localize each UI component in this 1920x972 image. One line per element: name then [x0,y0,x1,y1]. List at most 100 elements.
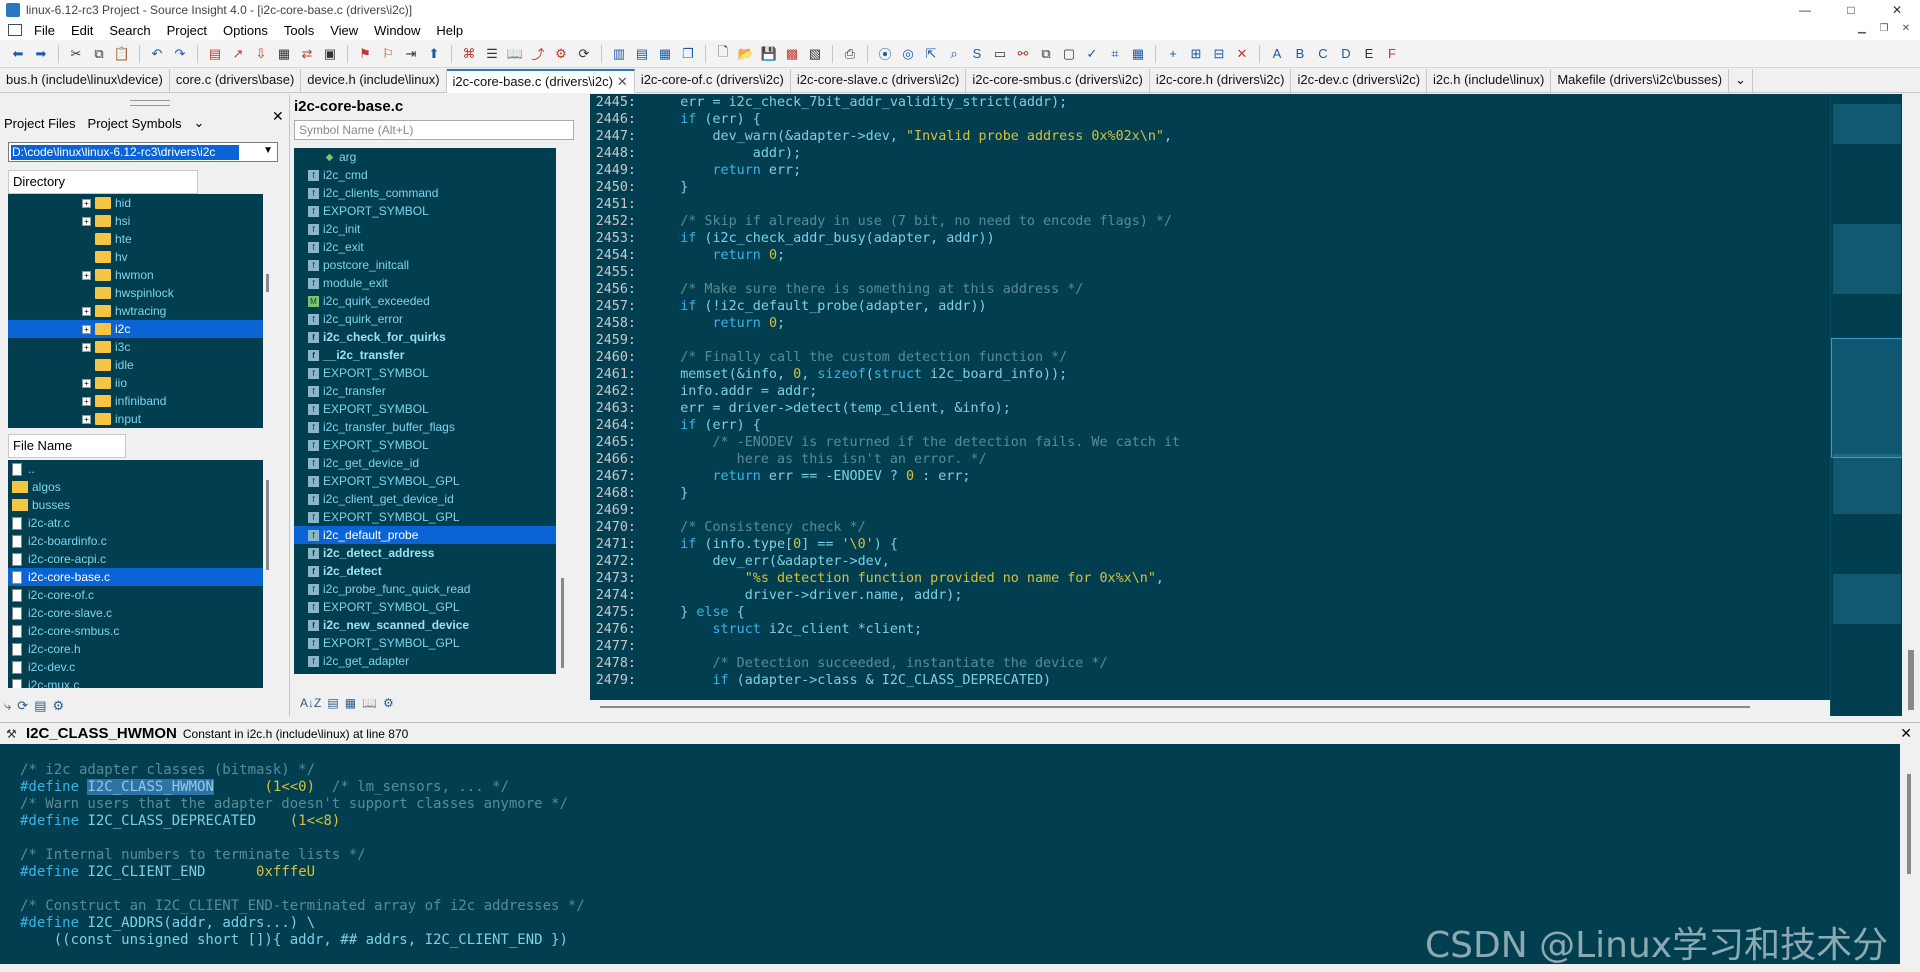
directory-item[interactable]: + i2c [8,320,263,338]
symbol-item[interactable]: f EXPORT_SYMBOL_GPL [294,508,556,526]
code-line[interactable]: dev_warn(&adapter->dev, "Invalid probe a… [648,128,1818,145]
code-line[interactable]: return 0; [648,315,1818,332]
settings-icon[interactable]: ⚙ [383,696,394,710]
symbol-list-scrollbar[interactable] [558,148,570,674]
save-all-icon[interactable]: ▧ [805,44,825,64]
symbol-item[interactable]: f EXPORT_SYMBOL_GPL [294,472,556,490]
editor-vscrollbar[interactable] [1902,94,1920,716]
symbol-item[interactable]: f module_exit [294,274,556,292]
symbol-item[interactable]: f i2c_clients_command [294,184,556,202]
tab-project-symbols[interactable]: Project Symbols [88,116,182,131]
context-line[interactable] [20,830,1900,847]
format-e-icon[interactable]: E [1359,44,1379,64]
symbol-item[interactable]: f postcore_initcall [294,256,556,274]
directory-item[interactable]: + hid [8,194,263,212]
path-combo[interactable]: D:\code\linux\linux-6.12-rc3\drivers\i2c… [8,142,278,162]
context-line[interactable]: /* Warn users that the adapter doesn't s… [20,796,1900,813]
tab-i2c-h[interactable]: i2c.h (include\linux) [1427,69,1552,93]
context-line[interactable]: #define I2C_CLASS_DEPRECATED (1<<8) [20,813,1900,830]
next-bookmark-icon[interactable]: ⚐ [378,44,398,64]
code-line[interactable] [648,332,1818,349]
save-as-icon[interactable]: ▩ [782,44,802,64]
tab-i2c-core-slave-c[interactable]: i2c-core-slave.c (drivers\i2c) [791,69,967,93]
code-line[interactable]: err = driver->detect(temp_client, &info)… [648,400,1818,417]
remove-line-icon[interactable]: ⊟ [1209,44,1229,64]
code-line[interactable] [648,264,1818,281]
symbol-item[interactable]: f i2c_check_for_quirks [294,328,556,346]
context-line[interactable]: #define I2C_CLIENT_END 0xfffeU [20,864,1900,881]
list-icon[interactable]: ▤ [34,698,46,714]
format-d-icon[interactable]: D [1336,44,1356,64]
directory-item[interactable]: + hwmon [8,266,263,284]
code-line[interactable]: if (err) { [648,417,1818,434]
close-panel-icon[interactable]: ✕ [272,108,284,125]
symbol-item[interactable]: f i2c_probe_func_quick_read [294,580,556,598]
print-icon[interactable]: ⎙ [840,44,860,64]
code-line[interactable]: addr); [648,145,1818,162]
code-line[interactable]: if (!i2c_default_probe(adapter, addr)) [648,298,1818,315]
list-view-icon[interactable]: ▤ [327,696,338,710]
expand-icon[interactable]: + [82,198,91,208]
symbol-item[interactable]: f i2c_init [294,220,556,238]
symbol-item[interactable]: f i2c_detect [294,562,556,580]
symbol-item[interactable]: f i2c_quirk_error [294,310,556,328]
directory-item[interactable]: hv [8,248,263,266]
symbol-item[interactable]: f EXPORT_SYMBOL [294,436,556,454]
panel-grip[interactable] [130,100,170,106]
close-context-icon[interactable]: ✕ [1900,725,1912,742]
browse-project-icon[interactable]: ⦿ [875,44,895,64]
symbol-item[interactable]: f i2c_get_adapter [294,652,556,670]
symbol-item[interactable]: f i2c_exit [294,238,556,256]
sync-icon[interactable]: ⟳ [574,44,594,64]
file-item[interactable]: i2c-dev.c [8,658,263,676]
search-files-icon[interactable]: ⌕ [944,44,964,64]
maximize-button[interactable]: □ [1828,0,1874,20]
window-list-icon[interactable]: ❐ [678,44,698,64]
menu-project[interactable]: Project [159,23,215,38]
close-button[interactable]: ✕ [1874,0,1920,20]
mdi-minimize-icon[interactable]: ▁ [1854,22,1870,36]
expand-icon[interactable]: + [82,270,91,280]
symbol-item[interactable]: f EXPORT_SYMBOL [294,364,556,382]
relation-icon[interactable]: ⤴ [528,44,548,64]
symbol-item[interactable]: f EXPORT_SYMBOL [294,202,556,220]
code-line[interactable]: /* Skip if already in use (7 bit, no nee… [648,213,1818,230]
filename-header[interactable]: File Name [8,434,126,458]
settings-icon[interactable]: ⚙ [52,698,64,714]
sync-icon[interactable]: ⟳ [17,698,28,714]
jump-definition-icon[interactable]: ⇱ [921,44,941,64]
tab-core-c[interactable]: core.c (drivers\base) [170,69,302,93]
symbol-item[interactable]: f i2c_client_get_device_id [294,490,556,508]
code-line[interactable]: } [648,485,1818,502]
code-line[interactable]: /* Consistency check */ [648,519,1818,536]
menu-help[interactable]: Help [428,23,471,38]
file-item[interactable]: i2c-core-of.c [8,586,263,604]
insert-line-icon[interactable]: ⊞ [1186,44,1206,64]
replace-icon[interactable]: ⇄ [297,44,317,64]
code-editor[interactable]: 2445: 2446: 2447: 2448: 2449: 2450: 2451: 2452:… [590,94,1830,700]
code-line[interactable]: info.addr = addr; [648,383,1818,400]
editor-hscrollbar[interactable] [590,700,1830,716]
directory-item[interactable]: + infiniband [8,392,263,410]
tab-menu-icon[interactable]: ⌄ [193,115,204,131]
code-line[interactable]: /* Finally call the custom detection fun… [648,349,1818,366]
bird-icon[interactable]: ✓ [1082,44,1102,64]
mdi-close-icon[interactable]: ✕ [1898,22,1914,36]
code-line[interactable] [648,502,1818,519]
tile-horizontal-icon[interactable]: ▥ [609,44,629,64]
directory-item[interactable]: hte [8,230,263,248]
tab-i2c-core-base-c[interactable]: i2c-core-base.c (drivers\i2c) ✕ [446,69,635,93]
symbol-list-hscrollbar[interactable] [294,676,556,690]
code-line[interactable]: driver->driver.name, addr); [648,587,1818,604]
close-tab-icon[interactable]: ✕ [617,74,628,89]
forward-icon[interactable]: ➡ [31,44,51,64]
relation-window-icon[interactable]: ⚯ [1013,44,1033,64]
call-tree-icon[interactable]: ⚙ [551,44,571,64]
tab-i2c-core-h[interactable]: i2c-core.h (drivers\i2c) [1150,69,1292,93]
book-icon[interactable]: 📖 [362,696,377,710]
symbol-search-input[interactable]: Symbol Name (Alt+L) [294,120,574,140]
symbol-item[interactable]: f i2c_cmd [294,166,556,184]
bookmark-icon[interactable]: ▤ [205,44,225,64]
sort-az-icon[interactable]: A↓Z [300,696,321,710]
symbol-item[interactable]: f EXPORT_SYMBOL_GPL [294,634,556,652]
